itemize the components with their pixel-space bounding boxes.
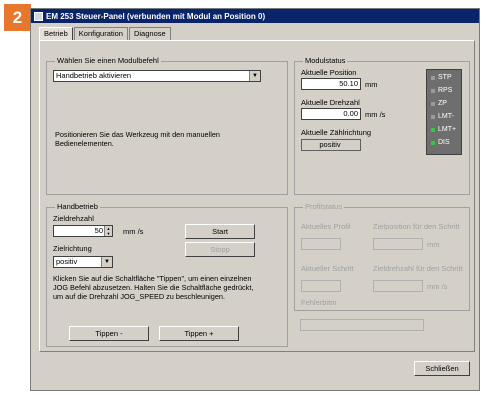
speed-value: 0.00 [301,108,361,120]
target-direction-label: Zielrichtung [53,244,92,253]
current-step-field [301,280,341,292]
current-profile-label: Aktuelles Profil [301,222,351,231]
step-number-badge: 2 [4,4,31,31]
jog-minus-button[interactable]: Tippen - [69,326,149,341]
led-indicator-icon [431,101,435,106]
profile-group-label: Profilstatus [303,202,345,211]
jog-plus-button[interactable]: Tippen + [159,326,239,341]
speed-unit: mm /s [365,110,386,119]
target-direction-value: positiv [56,257,78,266]
target-speed-step-field [373,280,423,292]
led-lmt-plus: LMT+ [431,126,456,133]
profile-group: Profilstatus Aktuelles Profil Zielpositi… [294,202,470,311]
target-direction-select[interactable]: positiv ▼ [53,256,113,268]
close-button[interactable]: Schließen [414,361,470,376]
spinner-arrows-icon[interactable]: ▲ ▼ [104,226,112,236]
led-indicator-icon [431,75,435,80]
current-step-label: Aktueller Schritt [301,264,354,273]
led-label: LMT+ [438,126,457,133]
window-icon [34,11,43,21]
tab-betrieb[interactable]: Betrieb [39,27,73,40]
tab-konfiguration[interactable]: Konfiguration [73,27,128,40]
stop-button[interactable]: Stopp [185,242,255,257]
led-indicator-icon [431,114,435,119]
target-speed-step-label: Zieldrehzahl für den Schritt [373,264,463,273]
speed-label: Aktuelle Drehzahl [301,98,360,107]
position-unit: mm [365,80,378,89]
led-label: DIS [438,139,450,146]
command-select-value: Handbetrieb aktivieren [56,71,132,80]
led-dis: DIS [431,139,450,146]
chevron-down-icon[interactable]: ▼ [101,257,112,267]
control-panel-window: EM 253 Steuer-Panel (verbunden mit Modul… [30,8,480,391]
led-indicator-icon [431,140,435,145]
title-bar: EM 253 Steuer-Panel (verbunden mit Modul… [31,9,479,23]
error-bits-field [300,319,424,331]
direction-value: positiv [301,139,361,151]
target-speed-label: Zieldrehzahl [53,214,94,223]
manual-group: Handbetrieb Zieldrehzahl 50 ▲ ▼ mm /s Sta… [46,202,288,347]
target-speed-input[interactable]: 50 ▲ ▼ [53,225,113,237]
led-zp: ZP [431,100,447,107]
status-group-label: Modulstatus [303,56,348,65]
start-button[interactable]: Start [185,224,255,239]
target-position-field [373,238,423,250]
led-stp: STP [431,74,452,81]
window-title: EM 253 Steuer-Panel (verbunden mit Modul… [46,11,266,21]
mode-group-label: Wählen Sie einen Modulbefehl [55,56,161,65]
mode-group: Wählen Sie einen Modulbefehl Handbetrieb… [46,56,288,195]
led-rps: RPS [431,87,452,94]
led-label: STP [438,74,452,81]
led-label: RPS [438,87,453,94]
current-profile-field [301,238,341,250]
tab-diagnose[interactable]: Diagnose [128,27,171,40]
target-speed-step-unit: mm /s [427,282,448,291]
target-position-label: Zielposition für den Schritt [373,222,460,231]
position-label: Aktuelle Position [301,68,357,77]
position-value: 50.10 [301,78,361,90]
led-label: LMT- [438,113,454,120]
status-led-panel: STP RPS ZP LMT- LMT+ DIS [426,69,462,155]
error-bits-label: Fehlerbitm [301,298,337,307]
target-speed-value: 50 [94,226,103,235]
target-position-unit: mm [427,240,440,249]
command-select[interactable]: Handbetrieb aktivieren ▼ [53,70,261,82]
led-indicator-icon [431,88,435,93]
led-indicator-icon [431,127,435,132]
tab-strip: Betrieb Konfiguration Diagnose [39,27,172,40]
tab-body: Wählen Sie einen Modulbefehl Handbetrieb… [39,40,475,352]
led-lmt-minus: LMT- [431,113,454,120]
direction-label: Aktuelle Zählrichtung [301,128,372,137]
led-label: ZP [438,100,447,107]
mode-description: Positionieren Sie das Werkzeug mit den m… [55,130,220,148]
target-speed-unit: mm /s [123,227,144,236]
jog-help-text: Klicken Sie auf die Schaltfläche "Tippen… [53,274,254,301]
manual-group-label: Handbetrieb [55,202,100,211]
chevron-down-icon[interactable]: ▼ [249,71,260,81]
